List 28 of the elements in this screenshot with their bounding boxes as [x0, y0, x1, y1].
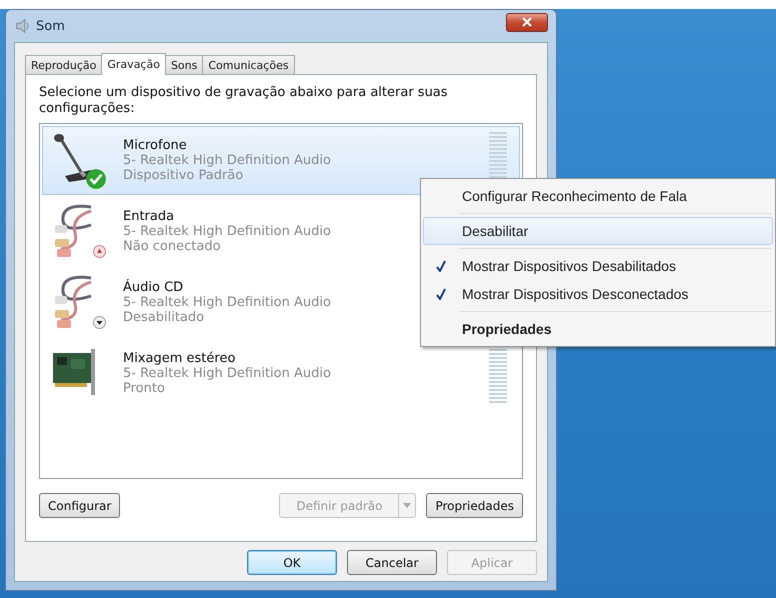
device-driver: 5- Realtek High Definition Audio [123, 295, 331, 310]
close-button[interactable] [506, 12, 548, 32]
menu-item[interactable]: Mostrar Dispositivos Desabilitados [423, 252, 773, 280]
window-title: Som [36, 18, 66, 34]
device-status: Dispositivo Padrão [123, 168, 244, 183]
device-driver: 5- Realtek High Definition Audio [123, 366, 331, 381]
device-name: Microfone [123, 138, 188, 153]
button[interactable]: Propriedades [426, 493, 523, 518]
instruction-text: Selecione um dispositivo de gravação abaixo para alterar suas configurações: [39, 85, 449, 117]
tab[interactable]: Comunicações [202, 55, 295, 74]
button[interactable]: Cancelar [347, 550, 437, 575]
device-driver: 5- Realtek High Definition Audio [123, 153, 331, 168]
device-status: Não conectado [123, 239, 222, 254]
tab[interactable]: Reprodução [25, 55, 102, 74]
caret-icon [403, 503, 412, 508]
device-name: Entrada [123, 209, 176, 224]
tab[interactable]: Gravação [101, 53, 166, 75]
device-name: Mixagem estéreo [123, 351, 236, 366]
close-icon [522, 17, 532, 27]
device-name: Áudio CD [123, 280, 184, 295]
device-status: Pronto [123, 381, 166, 396]
tab[interactable]: Sons [164, 55, 204, 74]
device-driver: 5- Realtek High Definition Audio [123, 224, 331, 239]
menu-item[interactable]: Mostrar Dispositivos Desconectados [423, 280, 773, 308]
button[interactable]: OK [247, 550, 337, 575]
menu-item[interactable]: Desabilitar [423, 217, 773, 245]
device-status: Desabilitado [123, 310, 206, 325]
button[interactable]: Configurar [39, 493, 120, 518]
